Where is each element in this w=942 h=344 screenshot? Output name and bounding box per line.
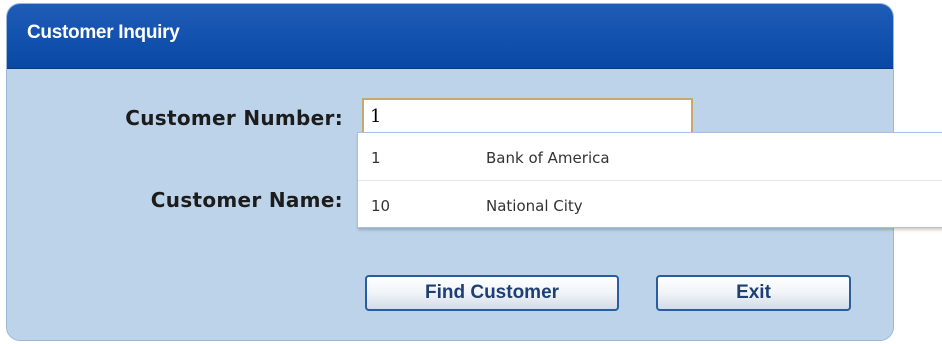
panel-header: Customer Inquiry bbox=[7, 4, 893, 69]
customer-number-label: Customer Number: bbox=[125, 106, 343, 130]
suggestion-item[interactable]: 1 Bank of America bbox=[358, 133, 942, 181]
find-customer-button[interactable]: Find Customer bbox=[365, 275, 619, 311]
suggestion-number: 10 bbox=[371, 197, 391, 215]
panel-title: Customer Inquiry bbox=[27, 22, 180, 43]
exit-button[interactable]: Exit bbox=[656, 275, 851, 311]
customer-number-input[interactable] bbox=[362, 98, 693, 134]
suggestion-name: Bank of America bbox=[486, 149, 610, 167]
suggestion-name: National City bbox=[486, 197, 583, 215]
customer-name-label: Customer Name: bbox=[150, 188, 343, 212]
suggestion-item[interactable]: 10 National City bbox=[358, 181, 942, 228]
suggestion-number: 1 bbox=[371, 149, 381, 167]
autocomplete-dropdown: 1 Bank of America 10 National City bbox=[357, 132, 942, 228]
